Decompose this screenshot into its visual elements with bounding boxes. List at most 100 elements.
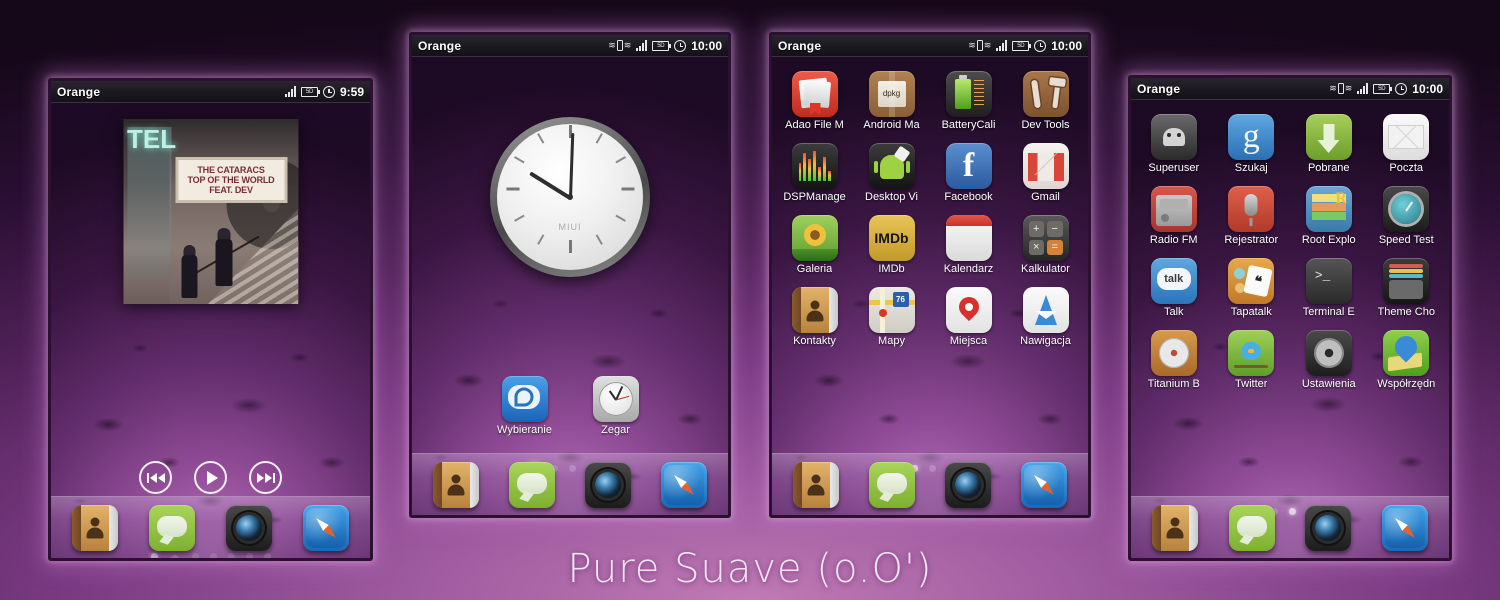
app-root-explorer[interactable]: R Root Explo — [1290, 186, 1368, 246]
desktop-visualizer-icon[interactable] — [868, 143, 915, 189]
app-gmail[interactable]: Gmail — [1007, 143, 1084, 203]
status-bar: Orange ≋ ≋ 5D 10:00 — [412, 35, 728, 57]
rejestrator-icon[interactable] — [1228, 186, 1275, 232]
vibrate-icon: ≋ ≋ — [968, 40, 992, 51]
ustawienia-icon[interactable] — [1305, 330, 1352, 376]
app-mapy[interactable]: 76 Mapy — [853, 287, 930, 347]
app-titanium-backup[interactable]: Titanium B — [1135, 330, 1213, 390]
imdb-icon[interactable]: IMDb — [868, 215, 915, 261]
kontakty-icon[interactable] — [791, 287, 838, 333]
theme-chooser-icon[interactable] — [1383, 258, 1430, 304]
titanium-backup-icon[interactable] — [1150, 330, 1197, 376]
root-explorer-icon[interactable]: R — [1305, 186, 1352, 232]
dev-tools-icon[interactable] — [1022, 71, 1069, 117]
app-poczta[interactable]: Poczta — [1368, 114, 1446, 174]
dock — [412, 453, 728, 515]
app-kalkulator[interactable]: + − × = Kalkulator — [1007, 215, 1084, 275]
app-speed-test[interactable]: Speed Test — [1368, 186, 1446, 246]
app-zegar[interactable]: Zegar — [570, 376, 661, 436]
app-pobrane[interactable]: Pobrane — [1290, 114, 1368, 174]
twitter-icon[interactable] — [1228, 330, 1275, 376]
app-szukaj[interactable]: g Szukaj — [1213, 114, 1291, 174]
dock-camera-icon[interactable] — [1305, 504, 1352, 551]
zegar-icon[interactable] — [592, 376, 639, 422]
dspmanager-icon[interactable] — [791, 143, 838, 189]
dock-camera-icon[interactable] — [585, 461, 631, 508]
terminal-emulator-icon[interactable]: >_ — [1305, 258, 1352, 304]
app-label: Miejsca — [949, 335, 988, 347]
status-icons: 5D 9:59 — [284, 85, 364, 99]
dock-browser-icon[interactable] — [1021, 461, 1067, 508]
dock-messaging-icon[interactable] — [149, 504, 196, 551]
app-wybieranie[interactable]: Wybieranie — [479, 376, 570, 436]
wybieranie-icon[interactable] — [501, 376, 548, 422]
android-market-icon[interactable]: dpkg — [868, 71, 915, 117]
speed-test-icon[interactable] — [1383, 186, 1430, 232]
dock-contacts-icon[interactable] — [1152, 504, 1199, 551]
kalendarz-icon[interactable] — [945, 215, 992, 261]
app-facebook[interactable]: f Facebook — [930, 143, 1007, 203]
app-theme-chooser[interactable]: Theme Cho — [1368, 258, 1446, 318]
dock-browser-icon[interactable] — [1381, 504, 1428, 551]
app-miejsca[interactable]: Miejsca — [930, 287, 1007, 347]
superuser-icon[interactable] — [1150, 114, 1197, 160]
app-talk[interactable]: talk Talk — [1135, 258, 1213, 318]
mapy-icon[interactable]: 76 — [868, 287, 915, 333]
app-adao-file-manager[interactable]: Adao File M — [776, 71, 853, 131]
app-twitter[interactable]: Twitter — [1213, 330, 1291, 390]
app-tapatalk[interactable]: ❝ Tapatalk — [1213, 258, 1291, 318]
app-imdb[interactable]: IMDb IMDb — [853, 215, 930, 275]
dock-browser-icon[interactable] — [302, 504, 349, 551]
play-button[interactable] — [194, 461, 227, 494]
app-rejestrator[interactable]: Rejestrator — [1213, 186, 1291, 246]
battery-calibration-icon[interactable] — [945, 71, 992, 117]
dock-camera-icon[interactable] — [225, 504, 272, 551]
app-android-market[interactable]: dpkg Android Ma — [853, 71, 930, 131]
dock-camera-icon[interactable] — [945, 461, 991, 508]
phone-music-panel: Orange 5D 9:59 TEL THE CATARACS TOP OF T… — [48, 78, 373, 561]
dock-messaging-icon[interactable] — [869, 461, 915, 508]
adao-file-manager-icon[interactable] — [791, 71, 838, 117]
album-art[interactable]: TEL THE CATARACS TOP OF THE WORLD FEAT. … — [123, 119, 298, 304]
dock-contacts-icon[interactable] — [433, 461, 479, 508]
wspolrzedne-icon[interactable] — [1383, 330, 1430, 376]
app-superuser[interactable]: Superuser — [1135, 114, 1213, 174]
app-kontakty[interactable]: Kontakty — [776, 287, 853, 347]
status-icons: ≋ ≋ 5D 10:00 — [608, 39, 722, 53]
alarm-icon — [1395, 82, 1408, 95]
app-ustawienia[interactable]: Ustawienia — [1290, 330, 1368, 390]
dock-contacts-icon[interactable] — [72, 504, 119, 551]
app-nawigacja[interactable]: Nawigacja — [1007, 287, 1084, 347]
galeria-icon[interactable] — [791, 215, 838, 261]
pobrane-icon[interactable] — [1305, 114, 1352, 160]
app-dspmanager[interactable]: DSPManage — [776, 143, 853, 203]
poczta-icon[interactable] — [1383, 114, 1430, 160]
app-terminal-emulator[interactable]: >_ Terminal E — [1290, 258, 1368, 318]
dock-messaging-icon[interactable] — [1228, 504, 1275, 551]
talk-icon[interactable]: talk — [1150, 258, 1197, 304]
app-desktop-visualizer[interactable]: Desktop Vi — [853, 143, 930, 203]
app-label: Speed Test — [1378, 234, 1434, 246]
nawigacja-icon[interactable] — [1022, 287, 1069, 333]
previous-button[interactable] — [139, 461, 172, 494]
szukaj-icon[interactable]: g — [1228, 114, 1275, 160]
app-galeria[interactable]: Galeria — [776, 215, 853, 275]
dock-contacts-icon[interactable] — [793, 461, 839, 508]
next-button[interactable] — [249, 461, 282, 494]
app-radio-fm[interactable]: Radio FM — [1135, 186, 1213, 246]
tapatalk-icon[interactable]: ❝ — [1228, 258, 1275, 304]
radio-fm-icon[interactable] — [1150, 186, 1197, 232]
app-label: Gmail — [1031, 191, 1060, 203]
app-kalendarz[interactable]: Kalendarz — [930, 215, 1007, 275]
analog-clock-widget[interactable]: MIUI — [490, 117, 650, 277]
home-screen: Orange 5D 9:59 TEL THE CATARACS TOP OF T… — [51, 81, 370, 558]
gmail-icon[interactable] — [1022, 143, 1069, 189]
app-dev-tools[interactable]: Dev Tools — [1007, 71, 1084, 131]
dock-browser-icon[interactable] — [661, 461, 707, 508]
app-battery-calibration[interactable]: BatteryCali — [930, 71, 1007, 131]
facebook-icon[interactable]: f — [945, 143, 992, 189]
dock-messaging-icon[interactable] — [509, 461, 555, 508]
app-wspolrzedne[interactable]: Współrzędn — [1368, 330, 1446, 390]
kalkulator-icon[interactable]: + − × = — [1022, 215, 1069, 261]
miejsca-icon[interactable] — [945, 287, 992, 333]
